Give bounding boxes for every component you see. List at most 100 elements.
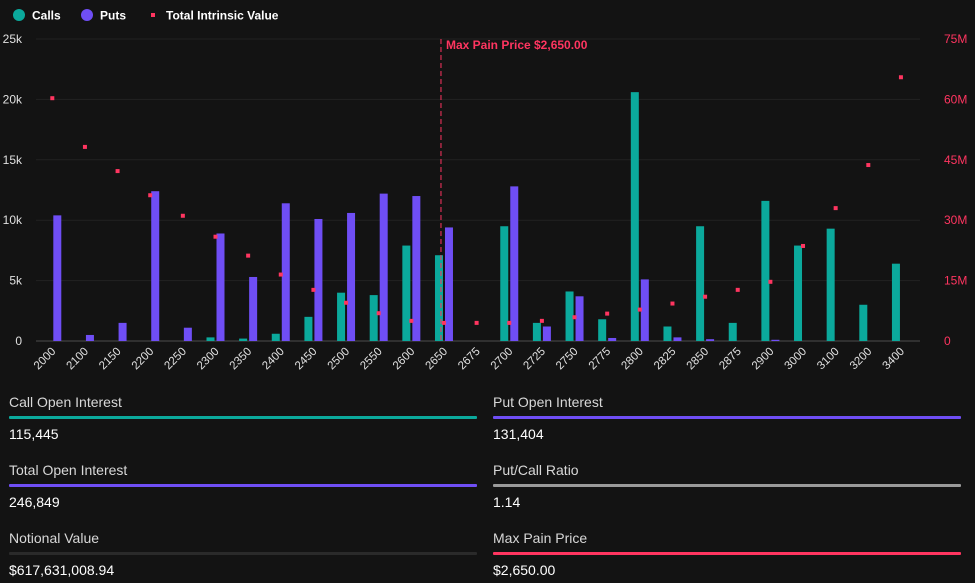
- stat-label: Put Open Interest: [493, 394, 603, 410]
- intrinsic-value-point: [539, 318, 544, 323]
- call-bar: [304, 316, 313, 341]
- legend-calls-label: Calls: [32, 9, 61, 23]
- call-bar: [206, 337, 215, 341]
- x-tick-label: 2850: [685, 346, 712, 373]
- intrinsic-value-point: [605, 311, 610, 316]
- intrinsic-value-point: [213, 234, 218, 239]
- stat-value: 1.14: [493, 494, 521, 510]
- stat-label: Call Open Interest: [9, 394, 122, 410]
- stat-label: Total Open Interest: [9, 462, 128, 478]
- x-tick-label: 2675: [456, 346, 483, 373]
- call-bar: [565, 291, 574, 341]
- intrinsic-value-point: [670, 301, 675, 306]
- stat-underline: [493, 484, 961, 487]
- call-bar: [434, 255, 443, 341]
- intrinsic-value-point: [376, 311, 381, 316]
- y-right-tick-label: 60M: [944, 92, 967, 106]
- call-bar: [761, 200, 770, 341]
- intrinsic-value-point: [474, 320, 479, 325]
- call-bar: [696, 226, 705, 341]
- put-bar: [706, 339, 715, 341]
- x-tick-label: 3200: [848, 346, 875, 373]
- stat-put-open-interest: Put Open Interest 131,404: [493, 392, 961, 443]
- call-bar: [532, 322, 541, 341]
- call-bar: [663, 326, 672, 341]
- put-bar: [151, 191, 160, 341]
- x-tick-label: 2900: [750, 346, 777, 373]
- stat-underline: [493, 552, 961, 555]
- y-right-tick-label: 15M: [944, 274, 967, 288]
- x-tick-label: 2750: [554, 346, 581, 373]
- x-tick-label: 2725: [521, 346, 548, 373]
- y-right-tick-label: 30M: [944, 213, 967, 227]
- put-bar: [118, 322, 127, 341]
- put-bar: [347, 212, 356, 341]
- stat-underline: [9, 484, 477, 487]
- intrinsic-value-point: [50, 96, 55, 101]
- put-bar: [640, 279, 649, 341]
- x-tick-label: 2400: [260, 346, 287, 373]
- legend-calls-icon: [13, 9, 25, 21]
- intrinsic-value-point: [441, 320, 446, 325]
- x-tick-label: 3000: [783, 346, 810, 373]
- intrinsic-value-point: [409, 318, 414, 323]
- stat-value: $617,631,008.94: [9, 562, 115, 578]
- x-tick-label: 2775: [587, 346, 614, 373]
- y-right-tick-label: 0: [944, 334, 951, 348]
- put-bar: [542, 326, 551, 341]
- stat-max-pain-price: Max Pain Price $2,650.00: [493, 528, 961, 579]
- y-left-tick-label: 10k: [3, 213, 23, 227]
- x-tick-label: 2000: [32, 346, 59, 373]
- y-left-tick-label: 20k: [3, 92, 23, 106]
- intrinsic-value-point: [898, 75, 903, 80]
- stat-underline: [9, 552, 477, 555]
- call-bar: [271, 333, 280, 341]
- intrinsic-value-point: [801, 243, 806, 248]
- intrinsic-value-point: [246, 253, 251, 258]
- put-bar: [314, 218, 323, 341]
- legend-puts-icon: [81, 9, 93, 21]
- stat-total-open-interest: Total Open Interest 246,849: [9, 460, 477, 511]
- legend-puts-label: Puts: [100, 9, 126, 23]
- x-tick-label: 2800: [619, 346, 646, 373]
- intrinsic-value-point: [278, 272, 283, 277]
- x-tick-label: 2250: [162, 346, 189, 373]
- y-left-tick-label: 0: [15, 334, 22, 348]
- y-right-tick-label: 45M: [944, 153, 967, 167]
- x-tick-label: 2600: [391, 346, 418, 373]
- call-bar: [337, 292, 346, 341]
- stat-value: 131,404: [493, 426, 544, 442]
- call-bar: [826, 228, 835, 341]
- call-bar: [500, 226, 509, 341]
- intrinsic-value-point: [507, 320, 512, 325]
- legend-tiv-icon: [151, 13, 155, 17]
- intrinsic-value-point: [148, 193, 153, 198]
- x-tick-label: 2875: [717, 346, 744, 373]
- put-bar: [444, 227, 453, 341]
- put-bar: [216, 233, 225, 341]
- x-tick-label: 2500: [326, 346, 353, 373]
- stat-value: $2,650.00: [493, 562, 556, 578]
- stat-label: Max Pain Price: [493, 530, 588, 546]
- stat-put-call-ratio: Put/Call Ratio 1.14: [493, 460, 961, 511]
- x-tick-label: 2700: [489, 346, 516, 373]
- x-tick-label: 2825: [652, 346, 679, 373]
- max-pain-label: Max Pain Price $2,650.00: [446, 38, 588, 52]
- put-bar: [771, 339, 780, 341]
- x-tick-label: 2150: [97, 346, 124, 373]
- x-tick-label: 2200: [130, 346, 157, 373]
- stat-underline: [9, 416, 477, 419]
- x-tick-label: 2350: [228, 346, 255, 373]
- call-bar: [369, 295, 378, 341]
- call-bar: [239, 338, 248, 341]
- intrinsic-value-point: [866, 163, 871, 168]
- stat-call-open-interest: Call Open Interest 115,445: [9, 392, 477, 443]
- legend-tiv-label: Total Intrinsic Value: [166, 9, 279, 23]
- intrinsic-value-point: [344, 300, 349, 305]
- y-left-tick-label: 15k: [3, 153, 23, 167]
- intrinsic-value-point: [115, 169, 120, 174]
- put-bar: [281, 203, 290, 341]
- open-interest-chart: 0 05k 15M10k 30M15k 45M20k 60M25k 75M2000 2100 2…: [3, 9, 968, 373]
- put-bar: [379, 193, 388, 341]
- stat-underline: [493, 416, 961, 419]
